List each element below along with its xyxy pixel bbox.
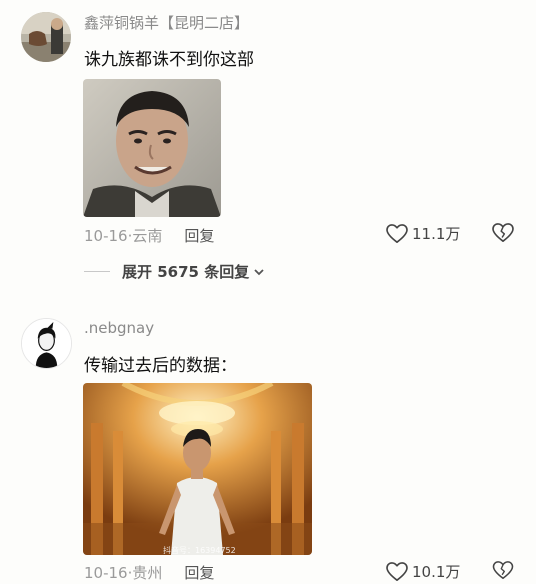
meme-image: 抖音号：16394752 (83, 383, 312, 555)
divider (84, 271, 110, 272)
username[interactable]: .nebgnay (84, 319, 154, 337)
avatar[interactable] (21, 12, 71, 62)
comment-date: 10-16 (84, 227, 128, 245)
comment-date: 10-16 (84, 564, 128, 582)
watermark-text: 抖音号：16394752 (163, 545, 236, 555)
comment-location: 云南 (132, 227, 163, 245)
dislike-button[interactable] (492, 561, 514, 584)
broken-heart-icon (492, 223, 514, 242)
reply-button[interactable]: 回复 (184, 564, 214, 582)
like-count: 11.1万 (412, 225, 461, 243)
like-button[interactable]: 11.1万 (386, 223, 460, 244)
comment-location: 贵州 (132, 564, 163, 582)
heart-outline-icon (386, 223, 408, 243)
avatar-image (21, 12, 71, 62)
heart-outline-icon (386, 561, 408, 581)
avatar[interactable] (21, 318, 72, 369)
like-button[interactable]: 10.1万 (386, 561, 460, 582)
expand-label: 展开 5675 条回复 (122, 263, 250, 281)
comment-meta: 10-16·云南 回复 (84, 227, 215, 245)
avatar-image (22, 319, 71, 368)
dislike-button[interactable] (492, 223, 514, 247)
expand-replies-button[interactable]: 展开 5675 条回复 (84, 261, 265, 282)
reply-button[interactable]: 回复 (184, 227, 214, 245)
like-count: 10.1万 (412, 563, 461, 581)
chevron-down-icon (254, 268, 264, 275)
meme-image (83, 79, 221, 217)
comment-text: 诛九族都诛不到你这部 (84, 50, 254, 70)
comment-image[interactable] (83, 79, 221, 217)
username[interactable]: 鑫萍铜锅羊【昆明二店】 (84, 12, 249, 33)
broken-heart-icon (492, 561, 514, 580)
comment-text: 传输过去后的数据： (84, 356, 237, 376)
comment-image[interactable]: 抖音号：16394752 (83, 383, 312, 555)
